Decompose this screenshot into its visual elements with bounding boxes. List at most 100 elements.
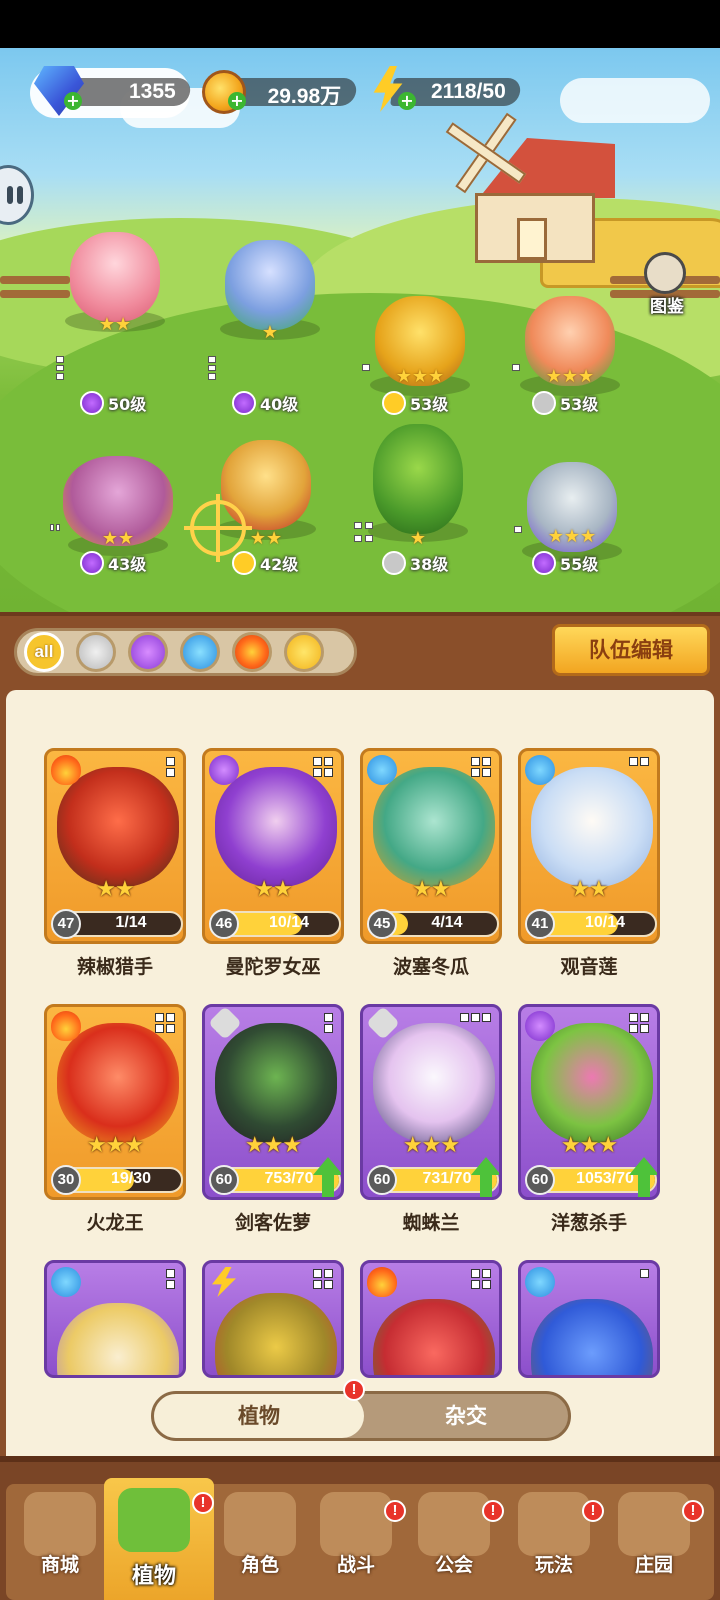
water-icon (367, 755, 397, 785)
gameplay-alert-badge: ! (582, 1500, 604, 1522)
nav-label: 玩法 (534, 1554, 573, 1576)
windmill (440, 108, 530, 198)
plant-card[interactable]: ★★★ 60 753/70 (202, 1004, 344, 1200)
team-member-7[interactable]: ★ (358, 424, 478, 549)
member-level: 38级 (382, 550, 448, 576)
potion-icon (525, 1011, 555, 1041)
plant-card[interactable] (360, 1260, 502, 1378)
filter-sword-icon[interactable] (76, 632, 116, 672)
plant-card[interactable] (44, 1260, 186, 1378)
add-coins-button[interactable]: + (228, 92, 246, 110)
member-stars: ★ (261, 322, 279, 343)
bolt-icon (212, 1267, 236, 1297)
plant-card[interactable]: ★★ 45 4/14 (360, 748, 502, 944)
card-stars: ★★★ (86, 1133, 144, 1158)
sword-icon (382, 551, 406, 575)
guild-alert-badge: ! (482, 1500, 504, 1522)
member-stars: ★★★ (545, 366, 595, 387)
member-level: 42级 (232, 550, 298, 576)
category-toggle: 植物 杂交 (151, 1391, 571, 1441)
plant-card[interactable]: ★★★ 30 19/30 (44, 1004, 186, 1200)
codex-button[interactable]: 图鉴 (640, 252, 690, 318)
member-level: 40级 (232, 390, 298, 416)
character-icon (224, 1492, 296, 1556)
plant-card-grid: ★★ 47 1/14 辣椒猎手 ★★ 46 10/14 曼陀罗女巫 ★★ 45 … (0, 700, 720, 1378)
nav-plants[interactable]: 植物 (104, 1478, 214, 1600)
filter-all[interactable]: all (24, 632, 64, 672)
plant-card[interactable]: ★★ 46 10/14 (202, 748, 344, 944)
plant-card[interactable]: ★★★ 60 731/70 (360, 1004, 502, 1200)
team-member-2[interactable]: ★ (210, 240, 330, 350)
nav-label: 公会 (434, 1554, 473, 1576)
card-stars: ★★ (254, 877, 292, 902)
energy-value: 2118/50 (431, 80, 506, 103)
card-progress-text: 1/14 (115, 914, 147, 931)
nav-characters[interactable]: 角色 (210, 1492, 310, 1592)
card-name: 波塞冬瓜 (392, 956, 469, 978)
filter-potion-icon[interactable] (128, 632, 168, 672)
status-bar (0, 0, 720, 48)
battle-alert-badge: ! (384, 1500, 406, 1522)
card-stars: ★★★ (402, 1133, 460, 1158)
codex-icon (644, 252, 686, 294)
card-name: 剑客佐萝 (234, 1212, 311, 1234)
potion-icon (80, 551, 104, 575)
card-name: 火龙王 (86, 1212, 144, 1234)
nav-label: 商城 (40, 1554, 79, 1576)
sword-icon (532, 391, 556, 415)
card-name: 辣椒猎手 (76, 956, 153, 978)
nav-shop[interactable]: 商城 (10, 1492, 110, 1592)
card-level: 41 (525, 909, 555, 939)
card-level: 60 (367, 1165, 397, 1195)
card-name: 洋葱杀手 (550, 1212, 627, 1234)
card-progress-text: 10/14 (584, 914, 626, 931)
battle-icon (320, 1492, 392, 1556)
team-member-1[interactable]: ★★ (55, 232, 175, 342)
potion-icon (232, 391, 256, 415)
filter-fire-icon[interactable] (232, 632, 272, 672)
card-progress-text: 10/14 (268, 914, 310, 931)
card-stars: ★★ (96, 877, 134, 902)
plant-card[interactable] (518, 1260, 660, 1378)
tab-plants[interactable]: 植物 (154, 1394, 364, 1438)
card-level: 60 (525, 1165, 555, 1195)
add-energy-button[interactable]: + (398, 92, 416, 110)
plant-card[interactable]: ★★ 41 10/14 (518, 748, 660, 944)
manor-icon (618, 1492, 690, 1556)
nav-label: 植物 (131, 1564, 176, 1589)
card-level: 46 (209, 909, 239, 939)
filter-water-icon[interactable] (180, 632, 220, 672)
add-gems-button[interactable]: + (64, 92, 82, 110)
gameplay-icon (518, 1492, 590, 1556)
member-level: 53级 (532, 390, 598, 416)
nav-label: 庄园 (634, 1554, 673, 1576)
guild-icon (418, 1492, 490, 1556)
card-stars: ★★ (570, 877, 608, 902)
plant-card[interactable]: ★★★ 60 1053/70 (518, 1004, 660, 1200)
card-progress-text: 4/14 (431, 914, 463, 931)
bolt-icon (232, 551, 256, 575)
tab-hybrid[interactable]: 杂交 (364, 1394, 568, 1438)
water-icon (51, 1267, 81, 1297)
card-name: 曼陀罗女巫 (225, 956, 321, 978)
team-edit-button[interactable]: 队伍编辑 (552, 624, 710, 676)
water-icon (525, 755, 555, 785)
member-stars: ★ (409, 528, 427, 549)
card-level: 30 (51, 1165, 81, 1195)
nav-label: 战斗 (336, 1554, 375, 1576)
filter-bolt-icon[interactable] (284, 632, 324, 672)
plant-card[interactable] (202, 1260, 344, 1378)
water-icon (525, 1267, 555, 1297)
plant-card[interactable]: ★★ 47 1/14 (44, 748, 186, 944)
member-stars: ★★ (101, 528, 135, 549)
member-level: 50级 (80, 390, 146, 416)
card-level: 47 (51, 909, 81, 939)
fire-icon (51, 1011, 81, 1041)
fire-icon (367, 1267, 397, 1297)
gems-value: 1355 (129, 80, 176, 103)
member-stars: ★★ (98, 314, 132, 335)
member-level: 53级 (382, 390, 448, 416)
member-level: 43级 (80, 550, 146, 576)
fire-icon (51, 755, 81, 785)
card-level: 60 (209, 1165, 239, 1195)
